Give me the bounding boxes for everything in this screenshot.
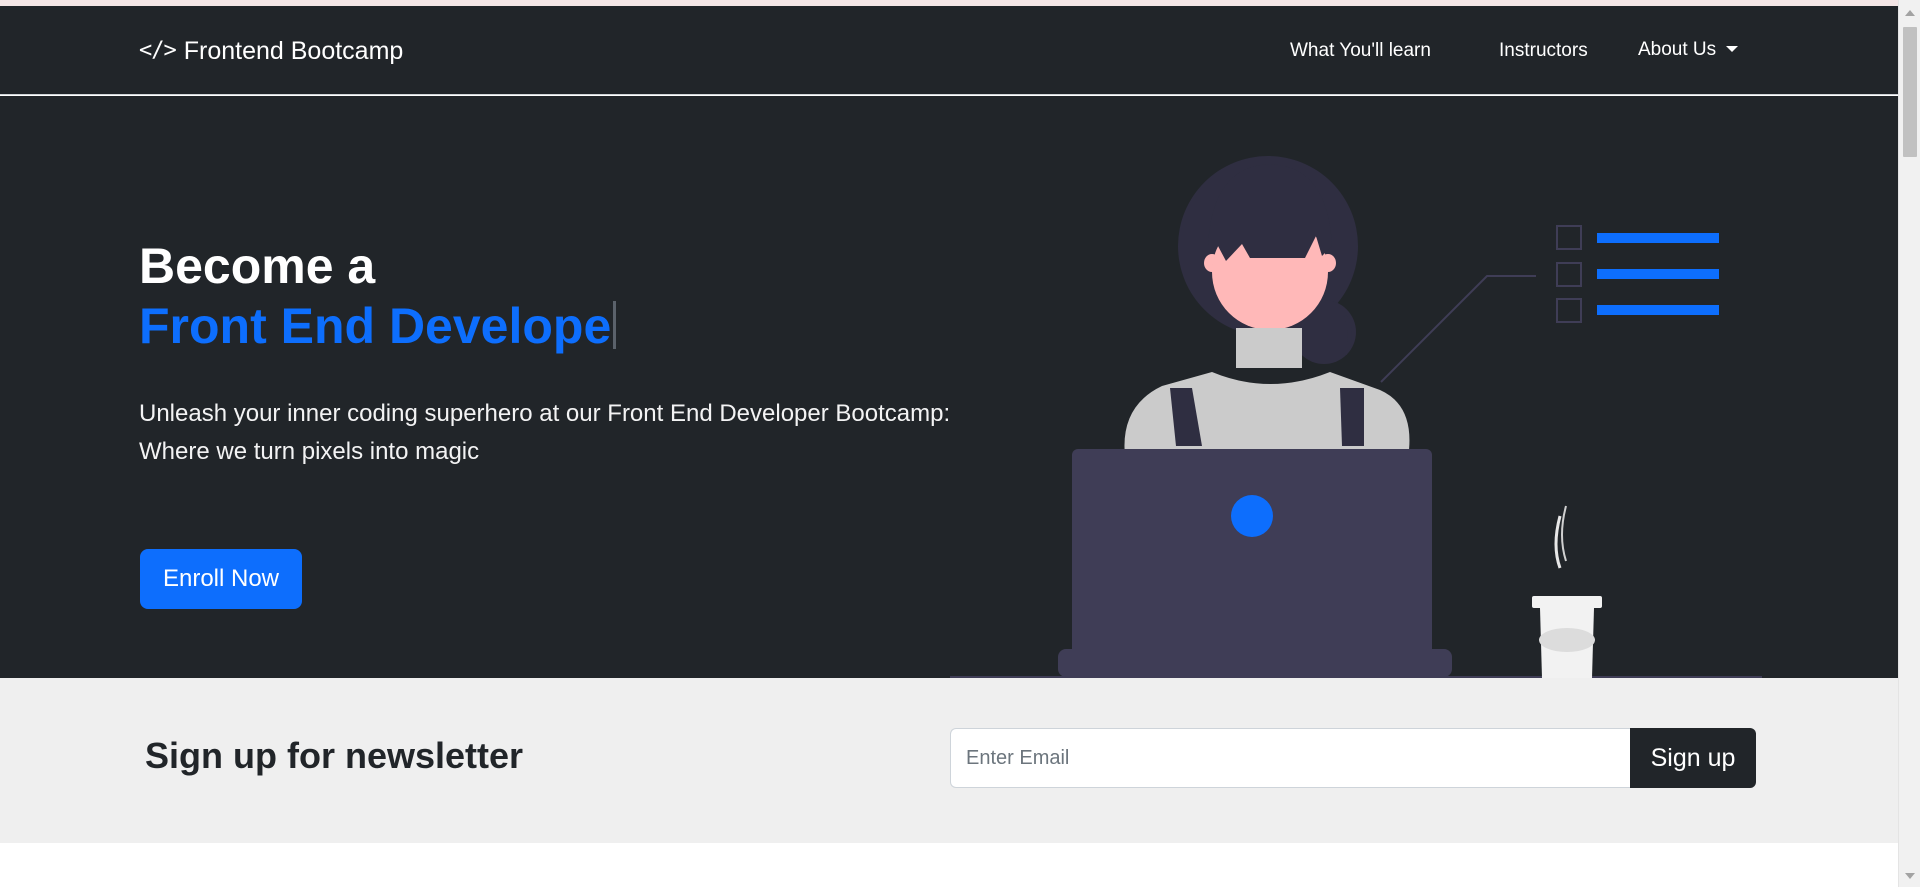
scrollbar-thumb[interactable] — [1903, 27, 1917, 157]
nav-link-what-youll-learn[interactable]: What You'll learn — [1290, 36, 1431, 66]
nav-links: What You'll learn Instructors About Us — [0, 36, 1898, 68]
nav-about-label: About Us — [1638, 39, 1717, 60]
nav-dropdown-about-us[interactable]: About Us — [1638, 35, 1739, 65]
hero-title-line1: Become a — [139, 238, 376, 294]
page: </> Frontend Bootcamp What You'll learn … — [0, 6, 1898, 887]
typing-cursor — [613, 301, 617, 349]
enroll-now-button[interactable]: Enroll Now — [140, 549, 302, 609]
hero-title: Become a Front End Develope — [139, 236, 617, 356]
hero-title-typed: Front End Develope — [139, 296, 617, 356]
hero-description: Unleash your inner coding superhero at o… — [139, 400, 951, 465]
typed-text: Front End Develope — [139, 298, 612, 354]
newsletter-form: Sign up — [950, 728, 1756, 788]
caret-down-icon — [1726, 46, 1739, 52]
page-scrollbar[interactable] — [1898, 0, 1920, 887]
sign-up-button[interactable]: Sign up — [1630, 728, 1756, 788]
person-at-laptop-illustration — [950, 156, 1762, 678]
nav-link-instructors[interactable]: Instructors — [1499, 36, 1588, 66]
email-input[interactable] — [950, 728, 1630, 788]
newsletter-section: Sign up for newsletter Sign up — [0, 678, 1898, 843]
navbar: </> Frontend Bootcamp What You'll learn … — [0, 6, 1898, 95]
scroll-up-arrow-icon[interactable] — [1905, 10, 1915, 16]
newsletter-title: Sign up for newsletter — [145, 735, 524, 776]
scroll-down-arrow-icon[interactable] — [1905, 873, 1915, 879]
hero-section: Become a Front End Develope Unleash your… — [0, 96, 1898, 678]
